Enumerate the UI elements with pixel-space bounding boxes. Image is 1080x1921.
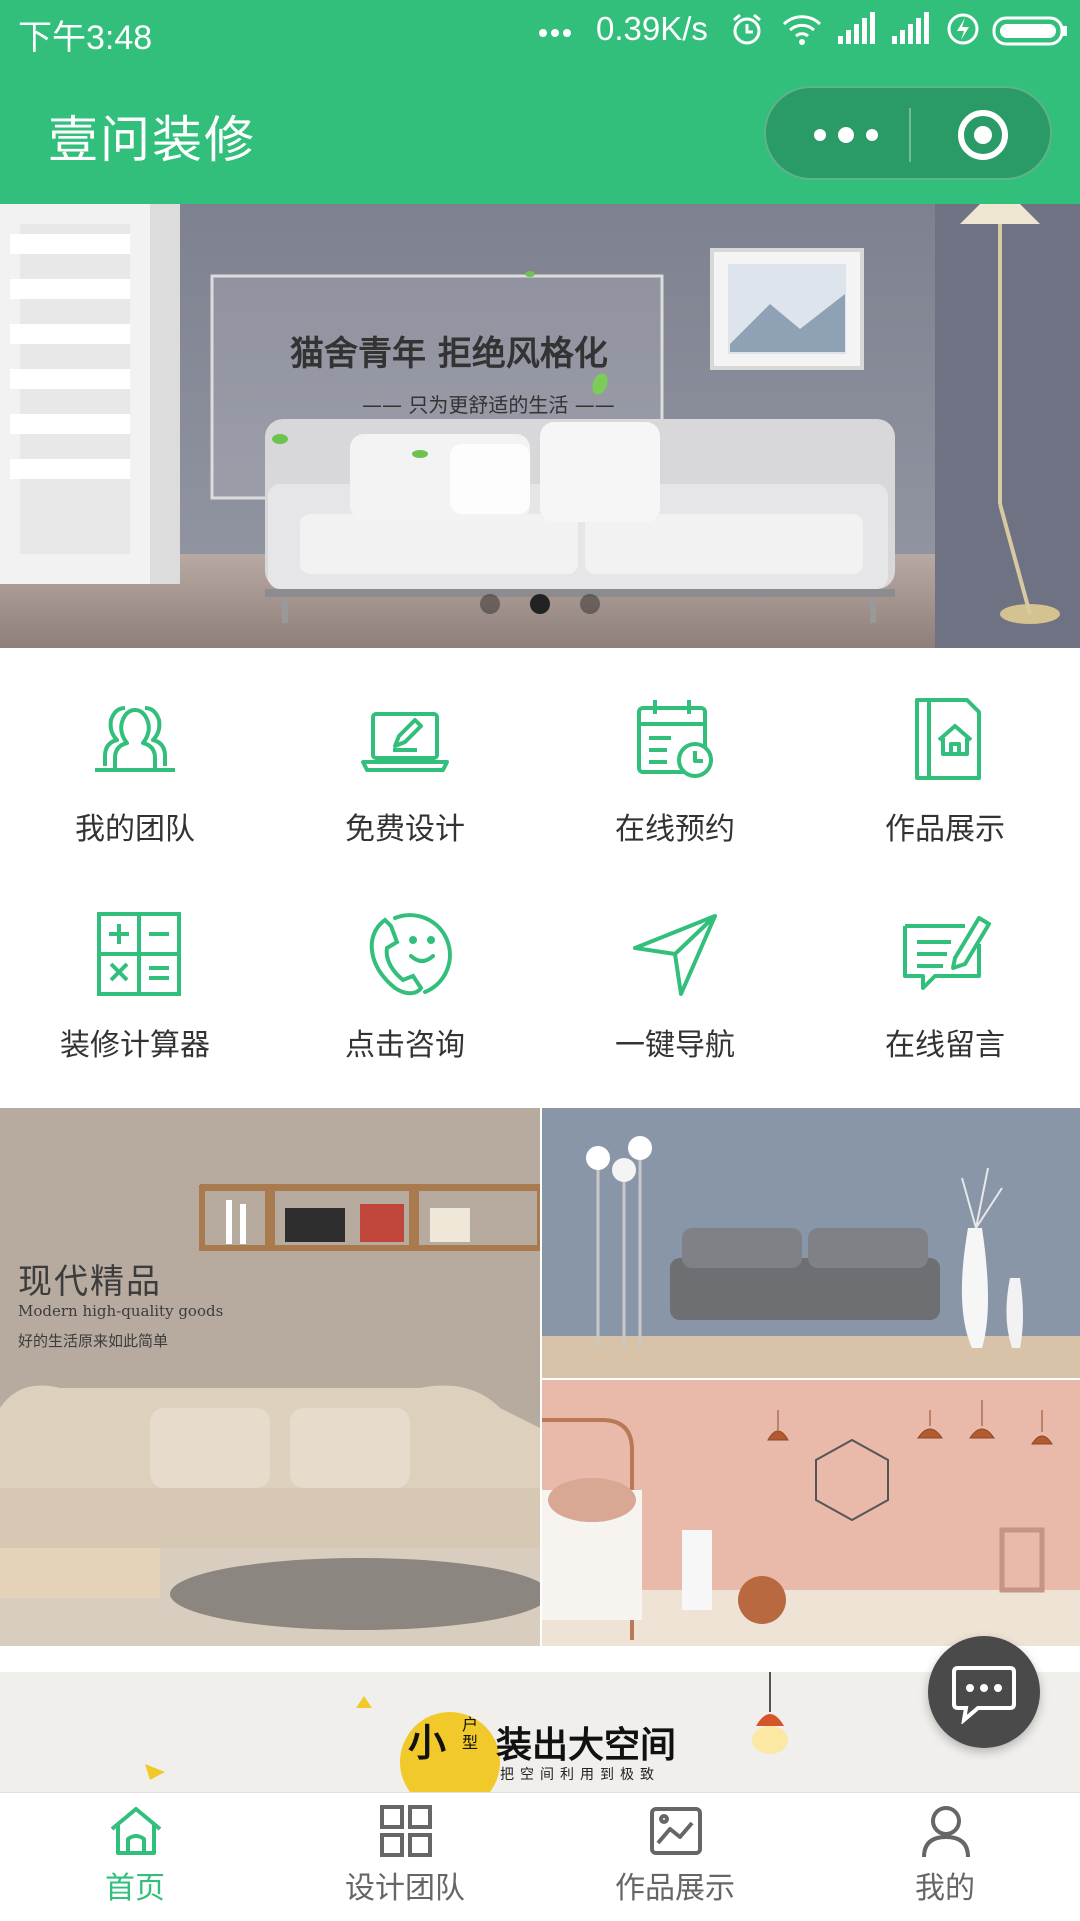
promo-right-bottom-image: [542, 1380, 1080, 1646]
tab-label: 首页: [105, 1871, 165, 1906]
menu-label: 我的团队: [75, 812, 195, 847]
more-dots-icon: [539, 29, 571, 37]
tab-bar: 首页 设计团队 作品展示 我的: [0, 1792, 1080, 1920]
menu-item-team[interactable]: 我的团队: [0, 648, 270, 858]
tab-label: 作品展示: [615, 1871, 735, 1906]
menu-label: 点击咨询: [345, 1028, 465, 1063]
tab-label: 设计团队: [345, 1871, 465, 1906]
promo-bottom-title: 装出大空间: [496, 1724, 677, 1766]
menu-item-appointment[interactable]: 在线预约: [540, 648, 810, 858]
menu-label: 免费设计: [345, 812, 465, 847]
menu-item-free-design[interactable]: 免费设计: [270, 648, 540, 858]
carousel-dot[interactable]: [580, 594, 600, 614]
nav-bar: 壹问装修: [0, 62, 1080, 204]
user-icon: [922, 1806, 970, 1858]
menu-item-portfolio[interactable]: 作品展示: [810, 648, 1080, 858]
promo-right-top-image: [542, 1108, 1080, 1378]
phone-smile-icon: [369, 913, 452, 996]
alarm-icon: [733, 13, 761, 45]
menu-item-consult[interactable]: 点击咨询: [270, 864, 540, 1074]
message-edit-icon: [903, 916, 991, 990]
status-time: 下午3:48: [18, 19, 153, 57]
banner-caption: 猫舍青年 拒绝风格化 —— 只为更舒适的生活 ——: [212, 276, 662, 498]
promo-bottom-small: 小: [408, 1720, 447, 1765]
calculator-icon: [97, 912, 181, 996]
close-target-icon[interactable]: [956, 108, 1010, 162]
promo-modern-goods[interactable]: 现代精品 Modern high-quality goods 好的生活原来如此简…: [0, 1108, 540, 1646]
grid-icon: [380, 1805, 432, 1857]
chat-float-button[interactable]: [928, 1636, 1040, 1748]
banner-title: 猫舍青年 拒绝风格化: [290, 334, 608, 374]
status-bar: 下午3:48 0.39K/s: [0, 0, 1080, 62]
menu-label: 装修计算器: [60, 1028, 210, 1063]
promo-left-image: [0, 1108, 540, 1646]
laptop-design-icon: [361, 712, 449, 772]
tab-design-team[interactable]: 设计团队: [270, 1793, 540, 1921]
promo-bottom-type: 户型: [462, 1715, 479, 1752]
signal-icon: [892, 12, 929, 44]
menu-item-calculator[interactable]: 装修计算器: [0, 864, 270, 1074]
miniprogram-capsule: [764, 86, 1052, 180]
menu-item-navigation[interactable]: 一键导航: [540, 864, 810, 1074]
menu-label: 在线预约: [615, 812, 735, 847]
menu-label: 在线留言: [885, 1028, 1005, 1063]
home-icon: [110, 1807, 162, 1855]
portfolio-house-icon: [915, 698, 981, 780]
signal-icon: [838, 12, 875, 44]
tab-label: 我的: [915, 1871, 975, 1906]
page-title: 壹问装修: [48, 111, 256, 169]
calendar-clock-icon: [637, 700, 713, 778]
menu-label: 一键导航: [615, 1028, 735, 1063]
charging-icon: [947, 13, 979, 45]
capsule-divider: [909, 108, 911, 162]
promo-bottom-subtitle: 把空间利用到极致: [500, 1767, 660, 1783]
tab-home[interactable]: 首页: [0, 1793, 270, 1921]
menu-label: 作品展示: [885, 812, 1005, 847]
promo-left-subtitle: Modern high-quality goods: [18, 1302, 224, 1320]
promo-left-tagline: 好的生活原来如此简单: [18, 1332, 169, 1350]
battery-icon: [992, 16, 1067, 46]
hero-banner[interactable]: 猫舍青年 拒绝风格化 —— 只为更舒适的生活 ——: [0, 204, 1080, 648]
promo-bedroom[interactable]: [542, 1380, 1080, 1646]
promo-living-room[interactable]: [542, 1108, 1080, 1378]
carousel-dot[interactable]: [480, 594, 500, 614]
wifi-icon: [782, 15, 822, 45]
tab-mine[interactable]: 我的: [810, 1793, 1080, 1921]
navigation-arrow-icon: [633, 914, 717, 996]
team-icon: [95, 706, 175, 772]
chat-bubble-icon: [952, 1666, 1016, 1724]
network-speed: 0.39K/s: [596, 10, 708, 47]
menu-item-message[interactable]: 在线留言: [810, 864, 1080, 1074]
more-icon[interactable]: [806, 110, 886, 160]
carousel-indicators: [480, 594, 600, 618]
tab-portfolio[interactable]: 作品展示: [540, 1793, 810, 1921]
carousel-dot-active[interactable]: [530, 594, 550, 614]
feature-menu-grid: 我的团队 免费设计 在线预约 作品展示 装修计算器 点击咨询 一键导航 在线留言: [0, 648, 1080, 1108]
banner-subtitle: —— 只为更舒适的生活 ——: [362, 393, 615, 417]
promo-small-apartment[interactable]: 小 户型 装出大空间 把空间利用到极致: [0, 1672, 1080, 1792]
gallery-icon: [650, 1807, 702, 1855]
promo-left-title: 现代精品: [18, 1262, 162, 1302]
